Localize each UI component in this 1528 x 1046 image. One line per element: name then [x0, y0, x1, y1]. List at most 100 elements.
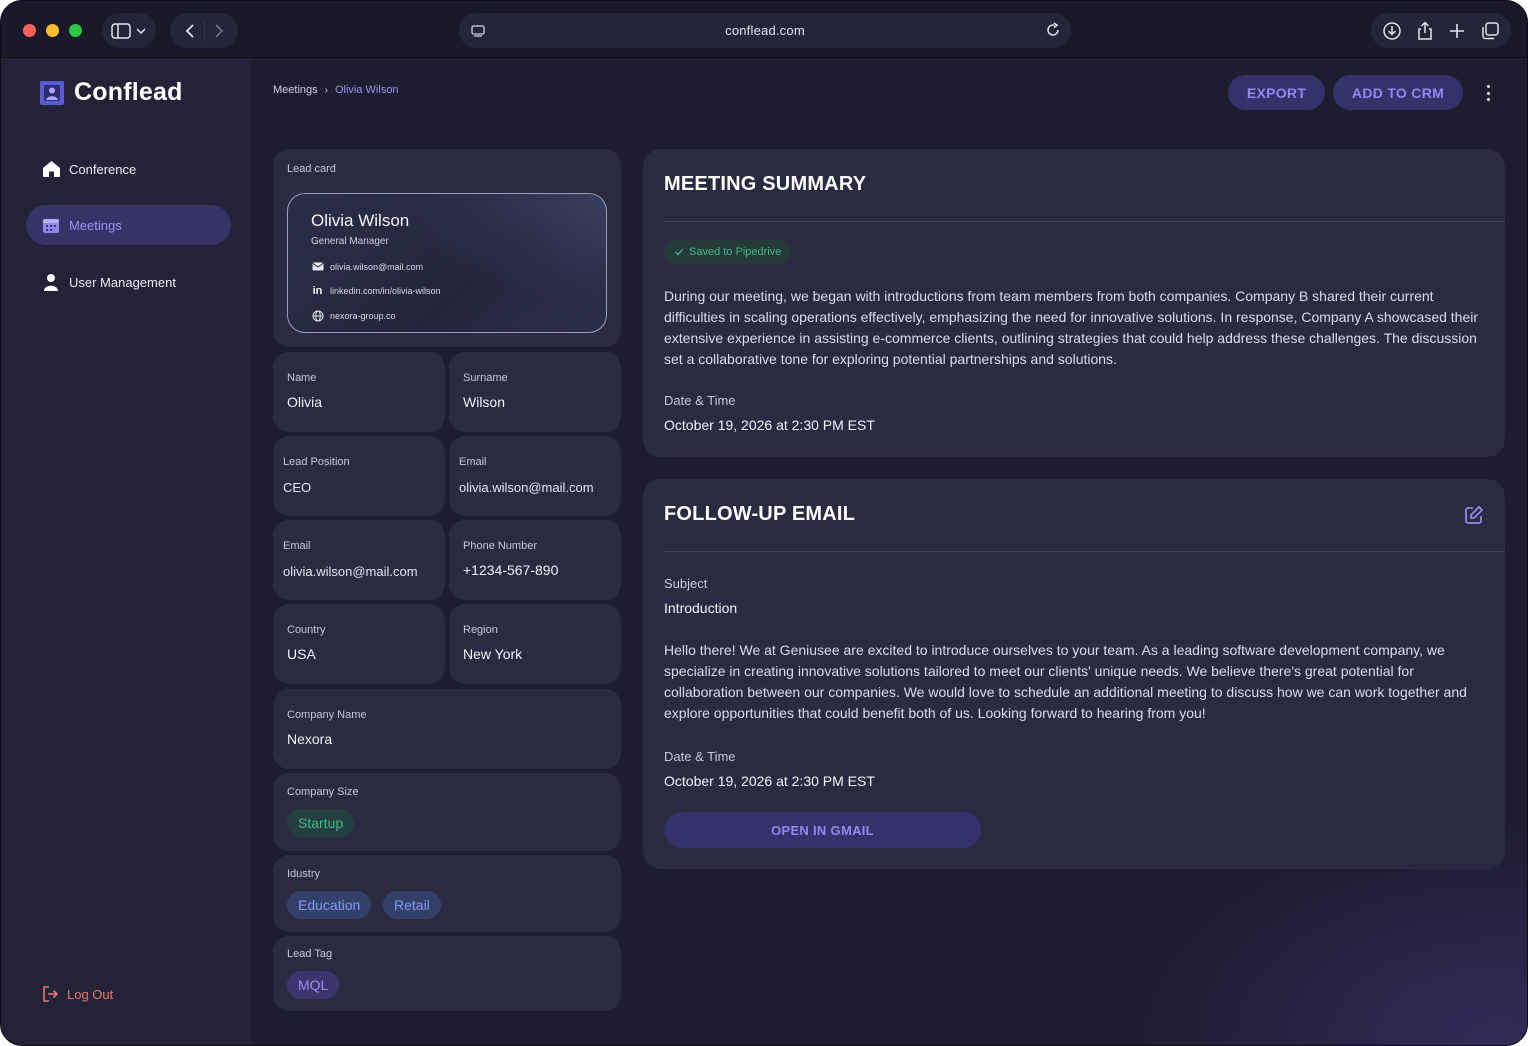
follow-up-email-panel: FOLLOW-UP EMAIL Subject Introduction Hel… [643, 479, 1505, 869]
maximize-window-button[interactable] [69, 24, 82, 37]
field-label: Lead Tag [287, 948, 333, 960]
field-lead-tag: Lead Tag MQL [273, 936, 621, 1011]
field-label: Company Name [287, 709, 367, 721]
url-text: conflead.com [725, 23, 805, 38]
saved-status-text: Saved to Pipedrive [689, 246, 782, 258]
sidebar-icon [111, 22, 131, 39]
field-surname: Surname Wilson [449, 352, 621, 432]
email-datetime-label: Date & Time [664, 749, 736, 764]
lead-card-panel: Lead card Olivia Wilson General Manager … [273, 149, 621, 347]
more-options-icon[interactable] [1481, 82, 1495, 104]
field-value: olivia.wilson@mail.com [283, 564, 418, 579]
field-label: Email [283, 540, 311, 552]
browser-window: conflead.com Conflead Conference Meeting… [0, 0, 1528, 1046]
business-card-website[interactable]: nexora-group.co [311, 309, 396, 322]
download-icon[interactable] [1382, 21, 1402, 41]
lead-tag[interactable]: MQL [287, 971, 340, 999]
business-card-website-text: nexora-group.co [330, 310, 396, 321]
email-datetime-value: October 19, 2026 at 2:30 PM EST [664, 773, 875, 789]
minimize-window-button[interactable] [46, 24, 59, 37]
edit-icon[interactable] [1464, 505, 1484, 525]
company-size-tag[interactable]: Startup [287, 809, 355, 837]
user-icon [41, 272, 61, 292]
sidebar-item-label: Conference [69, 161, 137, 177]
field-email: Email olivia.wilson@mail.com [449, 436, 621, 516]
industry-tag[interactable]: Education [287, 891, 372, 919]
business-card-email[interactable]: olivia.wilson@mail.com [311, 260, 423, 273]
follow-up-email-title: FOLLOW-UP EMAIL [664, 503, 856, 525]
field-email-secondary: Email olivia.wilson@mail.com [273, 520, 445, 600]
field-label: Phone Number [463, 540, 537, 552]
browser-toolbar: conflead.com [1, 1, 1527, 58]
export-button[interactable]: EXPORT [1228, 75, 1325, 110]
check-icon [675, 249, 684, 256]
field-label: Region [463, 624, 498, 636]
app-logo[interactable]: Conflead [39, 78, 183, 107]
field-label: Email [459, 456, 487, 468]
field-value: Nexora [287, 731, 333, 747]
linkedin-icon: in [312, 284, 323, 297]
divider [664, 551, 1505, 552]
lead-card-label: Lead card [287, 163, 336, 175]
globe-icon [311, 309, 324, 322]
business-card: Olivia Wilson General Manager olivia.wil… [287, 193, 607, 333]
chevron-down-icon [136, 27, 146, 34]
meeting-summary-title: MEETING SUMMARY [664, 173, 867, 195]
summary-datetime-label: Date & Time [664, 393, 736, 408]
address-bar[interactable]: conflead.com [459, 13, 1071, 48]
field-phone-number: Phone Number +1234-567-890 [449, 520, 621, 600]
mail-icon [311, 260, 324, 273]
app-sidebar: Conflead Conference Meetings User Manage… [1, 58, 251, 1045]
conflead-logo-icon [40, 80, 64, 105]
summary-datetime-value: October 19, 2026 at 2:30 PM EST [664, 417, 875, 433]
sidebar-item-meetings[interactable]: Meetings [26, 205, 231, 245]
logout-button[interactable]: Log Out [41, 985, 113, 1003]
field-country: Country USA [273, 604, 445, 684]
breadcrumb-current: Olivia Wilson [334, 84, 399, 96]
reload-icon[interactable] [1045, 22, 1061, 38]
browser-tools [1371, 13, 1511, 48]
field-label: Surname [463, 372, 508, 384]
forward-icon[interactable] [213, 23, 225, 39]
open-in-gmail-button[interactable]: OPEN IN GMAIL [664, 812, 981, 848]
business-card-linkedin[interactable]: in linkedin.com/in/olivia-wilson [311, 284, 441, 297]
sidebar-item-user-management[interactable]: User Management [26, 262, 231, 302]
field-name: Name Olivia [273, 352, 445, 432]
saved-status-badge: Saved to Pipedrive [664, 240, 792, 264]
breadcrumb: Meetings › Olivia Wilson [273, 84, 399, 96]
logout-icon [43, 986, 59, 1002]
main-content: Meetings › Olivia Wilson EXPORT ADD TO C… [251, 58, 1527, 1045]
field-value: +1234-567-890 [463, 562, 559, 578]
sidebar-toggle-button[interactable] [102, 13, 156, 48]
app-name: Conflead [74, 78, 183, 106]
history-nav [170, 13, 238, 48]
field-label: Lead Position [283, 456, 350, 468]
field-label: Idustry [287, 868, 321, 880]
subject-value: Introduction [664, 600, 738, 616]
sidebar-item-conference[interactable]: Conference [26, 149, 231, 189]
field-industry: Idustry Education Retail [273, 855, 621, 932]
tabs-overview-icon[interactable] [1480, 21, 1500, 41]
breadcrumb-meetings[interactable]: Meetings [273, 84, 318, 96]
field-region: Region New York [449, 604, 621, 684]
close-window-button[interactable] [23, 24, 36, 37]
field-value: olivia.wilson@mail.com [459, 480, 594, 495]
field-label: Company Size [287, 786, 359, 798]
meeting-summary-panel: MEETING SUMMARY Saved to Pipedrive Durin… [643, 149, 1505, 457]
sidebar-item-label: User Management [69, 274, 176, 290]
field-label: Name [287, 372, 317, 384]
home-icon [41, 159, 61, 179]
field-lead-position: Lead Position CEO [273, 436, 445, 516]
back-icon[interactable] [184, 23, 196, 39]
add-to-crm-button[interactable]: ADD TO CRM [1333, 75, 1463, 110]
field-value: USA [287, 646, 316, 662]
new-tab-icon[interactable] [1448, 22, 1466, 40]
field-value: CEO [283, 480, 312, 495]
business-card-email-text: olivia.wilson@mail.com [330, 261, 424, 272]
sidebar-item-label: Meetings [69, 217, 122, 233]
industry-tag[interactable]: Retail [383, 891, 441, 919]
business-card-linkedin-text: linkedin.com/in/olivia-wilson [330, 285, 441, 296]
email-body-text: Hello there! We at Geniusee are excited … [664, 642, 1467, 721]
business-card-role: General Manager [311, 236, 389, 247]
share-icon[interactable] [1416, 20, 1434, 41]
